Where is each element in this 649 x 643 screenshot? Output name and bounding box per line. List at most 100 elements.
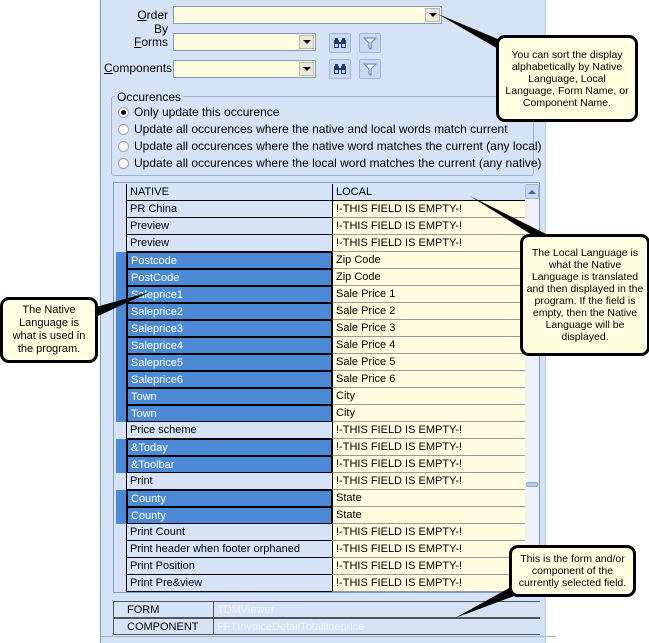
table-row[interactable]: County State [114,490,526,507]
local-cell[interactable]: !-THIS FIELD IS EMPTY-! [332,218,526,235]
table-row[interactable]: Print Count !-THIS FIELD IS EMPTY-! [114,524,526,541]
row-indicator[interactable] [116,524,127,541]
table-row[interactable]: Print !-THIS FIELD IS EMPTY-! [114,473,526,490]
local-cell[interactable]: !-THIS FIELD IS EMPTY-! [332,235,526,252]
native-cell[interactable]: Print header when footer orphaned [127,541,332,558]
occurrence-option-2[interactable]: Update all occurences where the native a… [118,122,508,136]
scroll-up-button[interactable] [525,184,539,199]
local-cell[interactable]: State [332,490,526,507]
radio-button[interactable] [118,106,129,118]
table-row[interactable]: Preview !-THIS FIELD IS EMPTY-! [114,218,526,235]
row-indicator[interactable] [116,473,127,490]
native-cell[interactable]: County [127,507,332,524]
row-indicator[interactable] [116,235,127,252]
order-by-dropdown-button[interactable] [425,8,440,22]
column-header-native[interactable]: NATIVE [127,184,332,201]
local-cell[interactable]: !-THIS FIELD IS EMPTY-! [332,541,526,558]
local-cell[interactable]: Zip Code [332,269,526,286]
local-cell[interactable]: Sale Price 1 [332,286,526,303]
native-cell[interactable]: Saleprice2 [127,303,332,320]
native-cell[interactable]: Price scheme [127,422,332,439]
native-cell[interactable]: Print Position [127,558,332,575]
local-cell[interactable]: !-THIS FIELD IS EMPTY-! [332,201,526,218]
row-indicator[interactable] [116,371,127,388]
native-cell[interactable]: Print [127,473,332,490]
local-cell[interactable]: Sale Price 3 [332,320,526,337]
row-indicator[interactable] [116,286,127,303]
table-row[interactable]: Saleprice3 Sale Price 3 [114,320,526,337]
native-cell[interactable]: &Toolbar [127,456,332,473]
native-cell[interactable]: Saleprice6 [127,371,332,388]
row-indicator[interactable] [116,405,127,422]
table-row[interactable]: Price scheme !-THIS FIELD IS EMPTY-! [114,422,526,439]
scroll-thumb[interactable] [526,482,538,487]
local-cell[interactable]: !-THIS FIELD IS EMPTY-! [332,456,526,473]
table-row[interactable]: PR China !-THIS FIELD IS EMPTY-! [114,201,526,218]
radio-button[interactable] [118,123,129,135]
local-cell[interactable]: City [332,405,526,422]
row-indicator[interactable] [116,320,127,337]
local-cell[interactable]: State [332,507,526,524]
row-indicator[interactable] [116,541,127,558]
row-indicator[interactable] [116,507,127,524]
local-cell[interactable]: Sale Price 5 [332,354,526,371]
row-indicator[interactable] [116,354,127,371]
forms-combobox[interactable] [173,33,316,51]
components-combobox[interactable] [173,60,316,78]
table-row[interactable]: Saleprice2 Sale Price 2 [114,303,526,320]
local-cell[interactable]: !-THIS FIELD IS EMPTY-! [332,422,526,439]
order-by-combobox[interactable] [173,6,442,24]
native-cell[interactable]: Postcode [127,252,332,269]
row-indicator[interactable] [116,558,127,575]
table-row[interactable]: Saleprice6 Sale Price 6 [114,371,526,388]
table-row[interactable]: Print header when footer orphaned !-THIS … [114,541,526,558]
forms-dropdown-button[interactable] [299,35,314,49]
row-indicator[interactable] [116,439,127,456]
native-cell[interactable]: &Today [127,439,332,456]
local-cell[interactable]: !-THIS FIELD IS EMPTY-! [332,473,526,490]
row-indicator[interactable] [116,490,127,507]
table-row[interactable]: Preview !-THIS FIELD IS EMPTY-! [114,235,526,252]
table-row[interactable]: Saleprice1 Sale Price 1 [114,286,526,303]
native-cell[interactable]: Saleprice3 [127,320,332,337]
native-cell[interactable]: Town [127,388,332,405]
native-cell[interactable]: Saleprice1 [127,286,332,303]
row-indicator[interactable] [116,269,127,286]
occurrence-option-4[interactable]: Update all occurences where the local wo… [118,156,542,170]
row-indicator[interactable] [116,575,127,592]
table-row[interactable]: &Toolbar !-THIS FIELD IS EMPTY-! [114,456,526,473]
local-cell[interactable]: !-THIS FIELD IS EMPTY-! [332,439,526,456]
occurrence-option-1[interactable]: Only update this occurence [118,105,279,119]
row-indicator[interactable] [116,218,127,235]
native-cell[interactable]: Print Pre&view [127,575,332,592]
local-cell[interactable]: Sale Price 6 [332,371,526,388]
row-indicator[interactable] [116,303,127,320]
native-cell[interactable]: PostCode [127,269,332,286]
table-row[interactable]: Town City [114,388,526,405]
components-search-button[interactable] [329,59,351,79]
native-cell[interactable]: County [127,490,332,507]
forms-search-button[interactable] [329,33,351,53]
table-row[interactable]: Print Pre&view !-THIS FIELD IS EMPTY-! [114,575,526,592]
radio-button[interactable] [118,140,129,152]
local-cell[interactable]: Sale Price 2 [332,303,526,320]
column-header-local[interactable]: LOCAL [332,184,526,201]
native-cell[interactable]: Preview [127,218,332,235]
local-cell[interactable]: Zip Code [332,252,526,269]
native-cell[interactable]: Saleprice4 [127,337,332,354]
local-cell[interactable]: !-THIS FIELD IS EMPTY-! [332,524,526,541]
native-cell[interactable]: Preview [127,235,332,252]
row-indicator[interactable] [116,337,127,354]
table-row[interactable]: Town City [114,405,526,422]
radio-button[interactable] [118,157,129,169]
components-filter-button[interactable] [359,59,381,79]
table-row[interactable]: County State [114,507,526,524]
native-cell[interactable]: PR China [127,201,332,218]
local-cell[interactable]: !-THIS FIELD IS EMPTY-! [332,575,526,592]
components-dropdown-button[interactable] [299,62,314,76]
row-indicator[interactable] [116,422,127,439]
row-indicator[interactable] [116,456,127,473]
row-indicator[interactable] [116,252,127,269]
table-row[interactable]: Print Position !-THIS FIELD IS EMPTY-! [114,558,526,575]
local-cell[interactable]: !-THIS FIELD IS EMPTY-! [332,558,526,575]
